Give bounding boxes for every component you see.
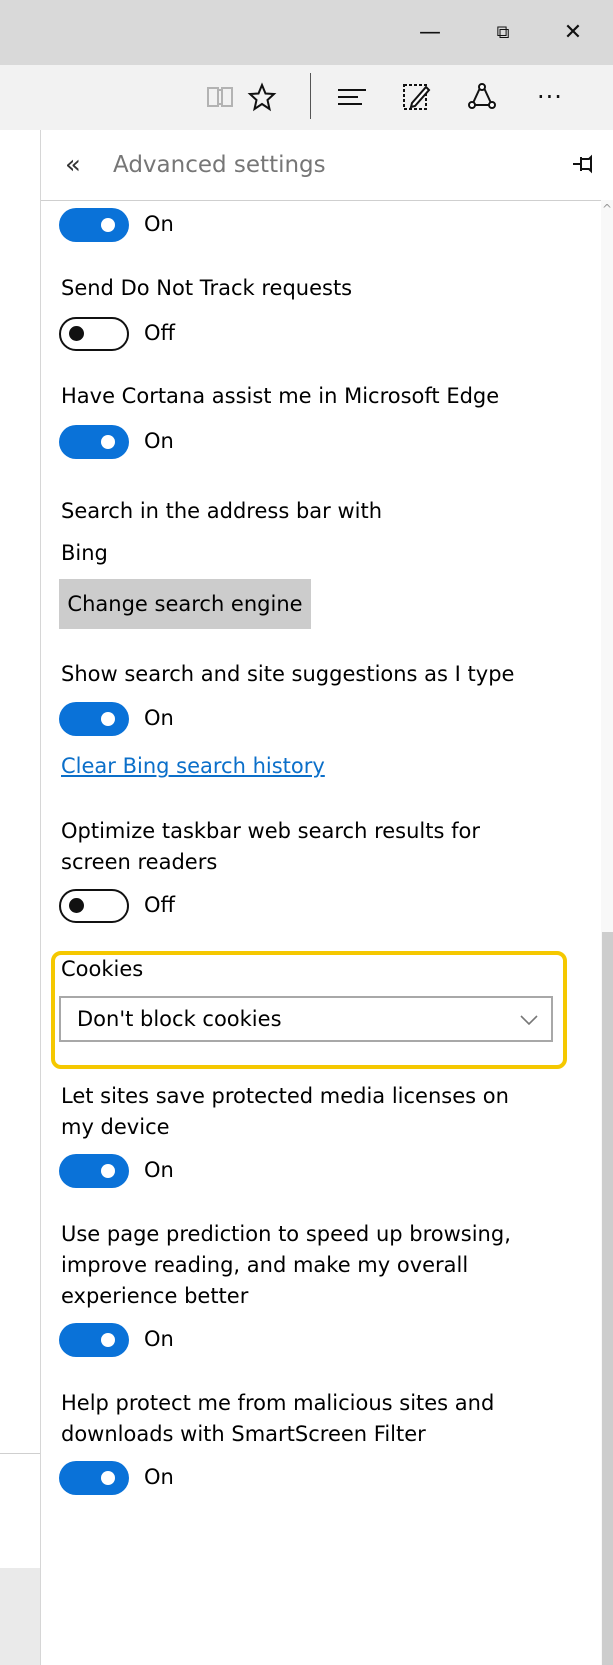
do-not-track-label: Send Do Not Track requests (61, 276, 353, 300)
top-toggle[interactable] (59, 208, 129, 242)
do-not-track-state: Off (144, 321, 175, 345)
search-engine-value: Bing (61, 541, 108, 565)
cookies-selected-value: Don't block cookies (77, 1007, 282, 1031)
page-footer-strip (0, 1568, 40, 1665)
minimize-icon: — (419, 19, 441, 45)
taskbar-optimize-label: Optimize taskbar web search results for … (61, 819, 480, 874)
favorites-star-icon (247, 82, 277, 112)
toggle-knob (69, 326, 84, 341)
toolbar-divider (310, 73, 311, 119)
web-note-button[interactable] (396, 79, 436, 115)
close-icon: ✕ (563, 19, 583, 45)
scroll-up-icon[interactable]: ^ (602, 202, 612, 216)
top-toggle-state: On (144, 212, 174, 236)
share-icon (468, 83, 496, 109)
media-licenses-toggle[interactable] (59, 1154, 129, 1188)
cortana-toggle[interactable] (59, 425, 129, 459)
media-licenses-state: On (144, 1158, 174, 1182)
toggle-knob (101, 218, 115, 232)
smartscreen-label: Help protect me from malicious sites and… (61, 1391, 495, 1446)
back-chevron-icon[interactable]: « (65, 150, 81, 180)
hub-icon (338, 89, 366, 105)
cookies-dropdown[interactable]: Don't block cookies (59, 996, 553, 1042)
suggestions-toggle[interactable] (59, 702, 129, 736)
toggle-knob (69, 898, 84, 913)
minimize-button[interactable]: — (410, 14, 450, 50)
do-not-track-toggle[interactable] (59, 317, 129, 351)
suggestions-label: Show search and site suggestions as I ty… (61, 662, 515, 686)
cortana-state: On (144, 429, 174, 453)
toggle-knob (101, 1333, 115, 1347)
web-page-background (0, 130, 40, 1665)
search-engine-label: Search in the address bar with (61, 499, 383, 523)
share-button[interactable] (462, 79, 502, 115)
toggle-knob (101, 712, 115, 726)
reading-view-icon (207, 87, 233, 107)
scrollbar-thumb[interactable] (602, 932, 613, 1665)
hub-button[interactable] (332, 79, 372, 115)
page-prediction-state: On (144, 1327, 174, 1351)
toggle-knob (101, 1471, 115, 1485)
more-icon: ··· (537, 83, 563, 111)
pane-header: « Advanced settings (41, 130, 613, 201)
change-search-engine-button[interactable]: Change search engine (59, 579, 311, 629)
more-button[interactable]: ··· (530, 79, 570, 115)
taskbar-optimize-toggle[interactable] (59, 889, 129, 923)
toggle-knob (101, 435, 115, 449)
page-divider (0, 1453, 40, 1454)
restore-button[interactable]: ⧉ (483, 14, 523, 50)
restore-icon: ⧉ (496, 21, 510, 43)
page-prediction-label: Use page prediction to speed up browsing… (61, 1222, 511, 1308)
smartscreen-state: On (144, 1465, 174, 1489)
pin-icon[interactable] (571, 152, 601, 176)
suggestions-state: On (144, 706, 174, 730)
favorites-button[interactable] (242, 79, 282, 115)
chevron-down-icon (520, 1015, 538, 1026)
clear-bing-history-link[interactable]: Clear Bing search history (61, 754, 325, 778)
media-licenses-label: Let sites save protected media licenses … (61, 1084, 509, 1139)
pane-title: Advanced settings (113, 152, 326, 178)
browser-toolbar: ··· (0, 65, 613, 130)
smartscreen-toggle[interactable] (59, 1461, 129, 1495)
advanced-settings-pane: « Advanced settings ^ On Send Do Not Tra… (40, 130, 613, 1665)
title-bar: — ⧉ ✕ (0, 0, 613, 65)
close-button[interactable]: ✕ (553, 14, 593, 50)
toggle-knob (101, 1164, 115, 1178)
cortana-label: Have Cortana assist me in Microsoft Edge (61, 384, 500, 408)
web-note-icon (403, 84, 431, 110)
cookies-label: Cookies (61, 957, 144, 981)
taskbar-optimize-state: Off (144, 893, 175, 917)
page-prediction-toggle[interactable] (59, 1323, 129, 1357)
reading-view-button[interactable] (200, 79, 240, 115)
